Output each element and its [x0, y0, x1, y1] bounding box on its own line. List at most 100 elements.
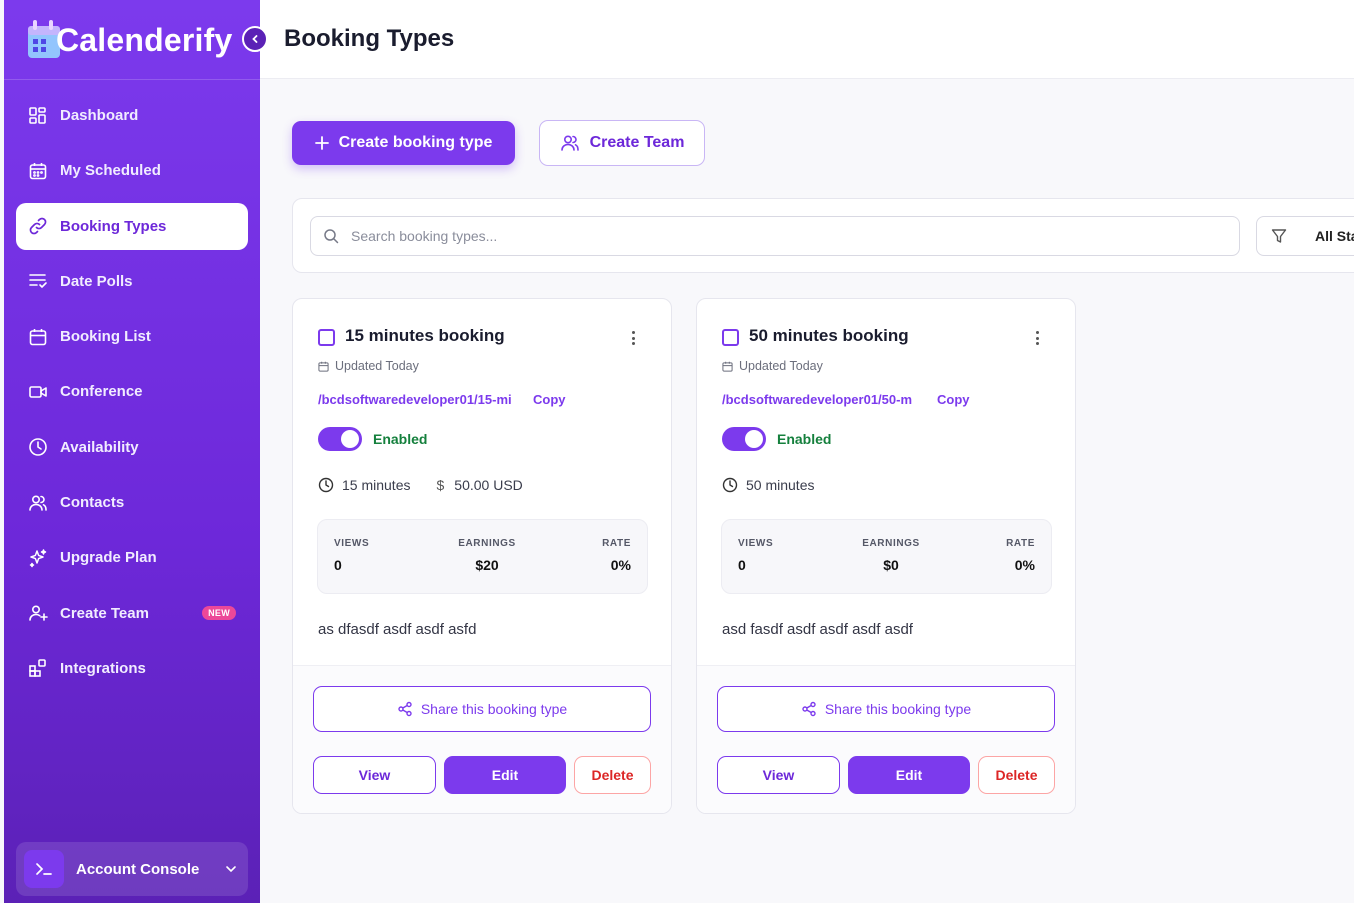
search-icon [324, 229, 339, 244]
price-info: $ 50.00 USD [436, 477, 522, 493]
plus-icon [314, 136, 329, 150]
more-options-icon[interactable] [1031, 329, 1043, 347]
booking-title: 50 minutes booking [749, 326, 909, 345]
dashboard-grid-icon [28, 106, 48, 126]
booking-type-card: 50 minutes booking Updated Today /bcdsof… [696, 298, 1076, 814]
view-button[interactable]: View [717, 756, 840, 794]
edit-button[interactable]: Edit [848, 756, 970, 794]
clock-icon [318, 477, 334, 493]
sidebar-item-my-scheduled[interactable]: My Scheduled [16, 147, 248, 194]
share-icon [802, 701, 816, 717]
stat-value: 0 [738, 557, 746, 573]
sidebar-item-label: Date Polls [60, 272, 133, 290]
sidebar-item-create-team[interactable]: Create Team NEW [16, 590, 248, 637]
sidebar-item-date-polls[interactable]: Date Polls [16, 258, 248, 305]
calendar-small-icon [722, 361, 733, 372]
user-plus-icon [28, 603, 48, 623]
create-team-button[interactable]: Create Team [539, 120, 705, 166]
booking-link[interactable]: /bcdsoftwaredeveloper01/50-m [722, 392, 912, 407]
calendar-list-icon [28, 327, 48, 347]
sparkle-icon [28, 548, 48, 568]
stat-value: 0 [334, 557, 342, 573]
view-button[interactable]: View [313, 756, 436, 794]
booking-type-card: 15 minutes booking Updated Today /bcdsof… [292, 298, 672, 814]
list-check-icon [28, 271, 48, 291]
link-icon [28, 216, 48, 236]
page-title: Booking Types [284, 25, 455, 52]
share-label: Share this booking type [420, 701, 568, 717]
search-box [310, 216, 1240, 256]
stat-value: 0% [610, 557, 631, 573]
sidebar-collapse-button[interactable] [242, 26, 268, 52]
new-badge: NEW [202, 605, 236, 620]
stat-label: VIEWS [334, 538, 370, 549]
status-filter-select[interactable]: All Sta [1256, 216, 1354, 256]
stat-views: VIEWS 0 [738, 538, 773, 573]
enabled-toggle[interactable] [722, 427, 766, 451]
sidebar-item-upgrade-plan[interactable]: Upgrade Plan [16, 534, 248, 581]
search-input[interactable] [351, 228, 1211, 244]
booking-meta: 50 minutes [722, 477, 814, 493]
booking-description: as dfasdf asdf asdf asfd [318, 621, 477, 638]
booking-description: asd fasdf asdf asdf asdf asdf [722, 621, 913, 638]
calendar-small-icon [318, 361, 329, 372]
copy-link-button[interactable]: Copy [937, 392, 970, 407]
stat-value: 0% [1014, 557, 1035, 573]
sidebar-item-booking-types[interactable]: Booking Types [16, 202, 248, 250]
sidebar-item-label: Availability [60, 438, 139, 456]
enabled-toggle[interactable] [318, 427, 362, 451]
sidebar-item-integrations[interactable]: Integrations [16, 645, 248, 692]
stat-value: $20 [475, 557, 499, 573]
filter-icon [1271, 229, 1287, 243]
card-footer: Share this booking type View Edit Delete [697, 665, 1075, 813]
sidebar-item-booking-list[interactable]: Booking List [16, 313, 248, 360]
select-checkbox[interactable] [722, 329, 739, 346]
users-icon [28, 493, 48, 513]
updated-info: Updated Today [318, 359, 419, 373]
sidebar-item-label: Contacts [60, 494, 125, 512]
share-booking-button[interactable]: Share this booking type [313, 686, 651, 732]
sidebar: Calenderify Dashboard My Scheduled Booki… [4, 0, 260, 903]
updated-info: Updated Today [722, 359, 823, 373]
booking-link[interactable]: /bcdsoftwaredeveloper01/15-mi [318, 392, 512, 407]
card-actions: View Edit Delete [717, 756, 1055, 794]
logo-area: Calenderify [4, 0, 260, 80]
sidebar-item-label: Booking List [60, 328, 151, 346]
stat-rate: RATE 0% [602, 538, 631, 573]
duration-text: 15 minutes [342, 477, 411, 493]
select-checkbox[interactable] [318, 329, 335, 346]
sidebar-item-label: Create Team [60, 604, 149, 622]
chevron-down-icon [224, 862, 238, 876]
status-filter-label: All Sta [1315, 228, 1354, 244]
stat-label: VIEWS [738, 538, 774, 549]
updated-text: Updated Today [335, 359, 419, 373]
create-booking-type-button[interactable]: Create booking type [292, 121, 515, 165]
stat-label: EARNINGS [458, 538, 516, 549]
account-console-button[interactable]: Account Console [16, 842, 248, 896]
video-icon [28, 382, 48, 402]
stats-panel: VIEWS 0 EARNINGS $20 RATE 0% [317, 519, 648, 594]
sidebar-item-contacts[interactable]: Contacts [16, 479, 248, 526]
sidebar-item-label: Dashboard [60, 107, 139, 124]
edit-button[interactable]: Edit [444, 756, 566, 794]
sidebar-item-dashboard[interactable]: Dashboard [16, 92, 248, 139]
delete-button[interactable]: Delete [978, 756, 1055, 794]
more-options-icon[interactable] [627, 329, 639, 347]
stat-views: VIEWS 0 [334, 538, 369, 573]
stat-earnings: EARNINGS $20 [458, 538, 516, 573]
filter-bar: All Sta [292, 198, 1354, 273]
dollar-icon: $ [436, 477, 445, 493]
sidebar-item-label: My Scheduled [60, 162, 161, 180]
updated-text: Updated Today [739, 359, 823, 373]
sidebar-item-availability[interactable]: Availability [16, 424, 248, 471]
share-booking-button[interactable]: Share this booking type [717, 686, 1055, 732]
calendar-icon [28, 161, 48, 181]
copy-link-button[interactable]: Copy [533, 392, 566, 407]
users-icon [560, 135, 579, 151]
blocks-icon [28, 658, 48, 678]
sidebar-item-conference[interactable]: Conference [16, 368, 248, 415]
card-footer: Share this booking type View Edit Delete [293, 665, 671, 813]
account-console-label: Account Console [76, 860, 200, 878]
create-booking-type-label: Create booking type [338, 134, 493, 151]
delete-button[interactable]: Delete [574, 756, 651, 794]
